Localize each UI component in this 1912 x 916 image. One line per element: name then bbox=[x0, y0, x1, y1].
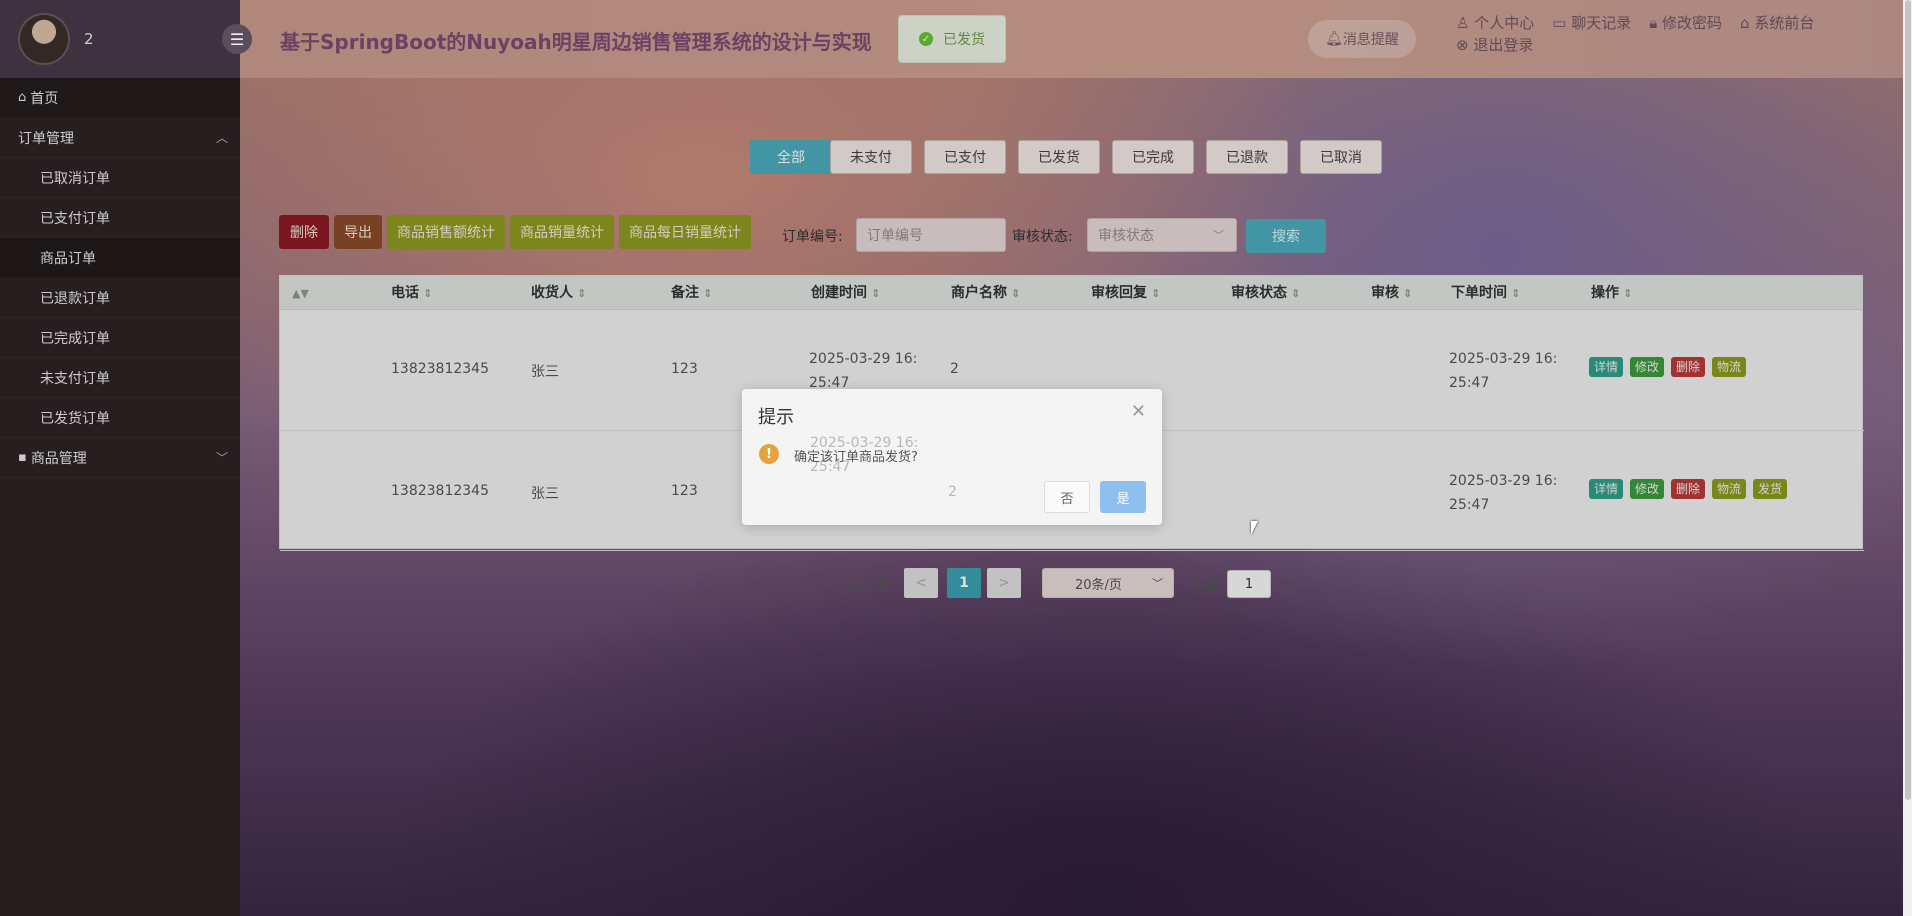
menu-collapse-button[interactable]: ☰ bbox=[222, 24, 252, 54]
mouse-cursor-icon bbox=[1251, 521, 1258, 535]
confirm-button[interactable]: 是 bbox=[1100, 481, 1146, 513]
dialog-title: 提示 bbox=[758, 407, 794, 428]
dialog-message: 确定该订单商品发货? bbox=[794, 450, 918, 465]
warning-icon: ! bbox=[759, 444, 779, 464]
cancel-button[interactable]: 否 bbox=[1044, 481, 1090, 513]
scrollbar-thumb[interactable] bbox=[1905, 0, 1911, 800]
close-icon[interactable]: ✕ bbox=[1131, 401, 1146, 422]
menu-fold-icon: ☰ bbox=[229, 29, 245, 49]
confirm-dialog: 2025-03-29 16:25:47 2 提示 ✕ ! 确定该订单商品发货? … bbox=[742, 389, 1162, 525]
ghost-merchant: 2 bbox=[948, 484, 957, 500]
